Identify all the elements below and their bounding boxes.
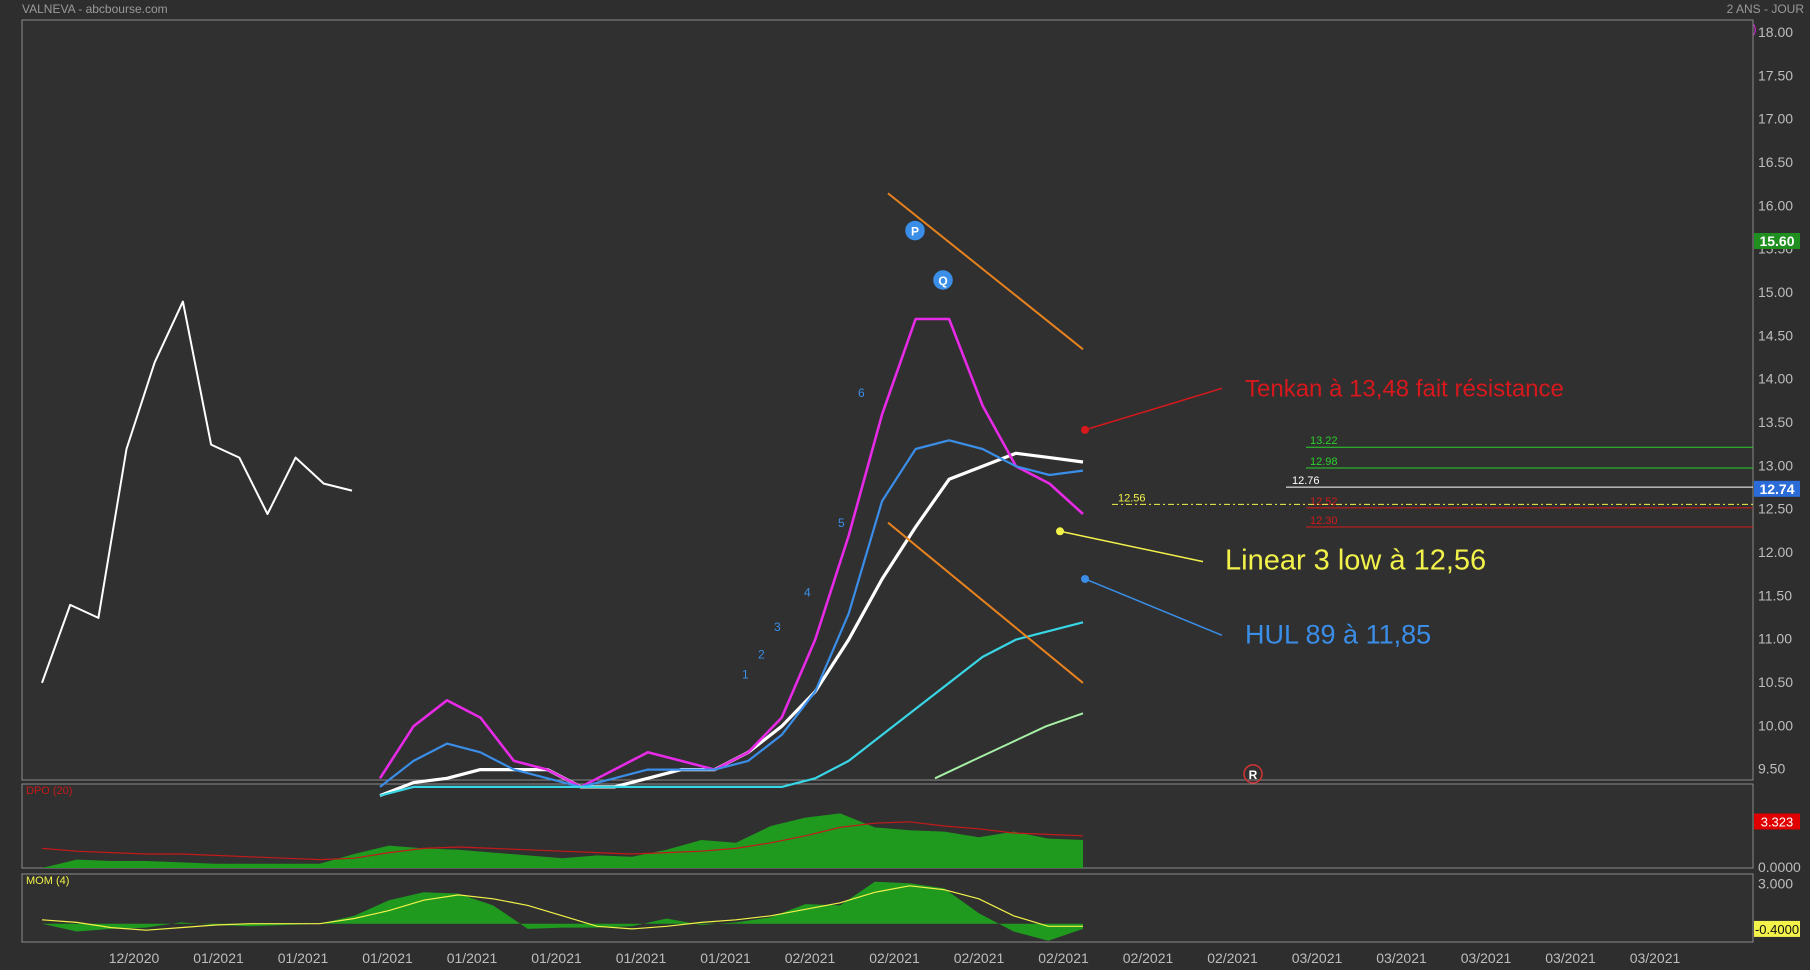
date-tick-label: 02/2021 xyxy=(785,950,836,966)
annotation-arrow-head xyxy=(1081,425,1089,434)
date-tick-label: 03/2021 xyxy=(1545,950,1596,966)
date-tick-label: 03/2021 xyxy=(1461,950,1512,966)
date-tick-label: 02/2021 xyxy=(954,950,1005,966)
date-tick-label: 01/2021 xyxy=(447,950,498,966)
level-label: 12.52 xyxy=(1310,496,1338,508)
price-tick-label: 16.50 xyxy=(1758,154,1793,170)
price-tick-label: 10.00 xyxy=(1758,717,1793,733)
panel-tick-label: 3.000 xyxy=(1758,875,1793,891)
annotation-text: Tenkan à 13,48 fait résistance xyxy=(1245,375,1564,402)
date-tick-label: 02/2021 xyxy=(1207,950,1258,966)
date-tick-label: 01/2021 xyxy=(193,950,244,966)
level-label: 12.56 xyxy=(1118,492,1146,504)
panel-tick-label: 0.0000 xyxy=(1758,859,1801,875)
badge-label: 12.74 xyxy=(1759,481,1794,497)
date-tick-label: 01/2021 xyxy=(616,950,667,966)
level-label: 12.98 xyxy=(1310,456,1338,468)
chart-marker-label: P xyxy=(911,225,919,239)
date-tick-label: 01/2021 xyxy=(362,950,413,966)
chart-marker-label: R xyxy=(1249,768,1258,782)
price-tick-label: 17.00 xyxy=(1758,111,1793,127)
panel-frames xyxy=(21,19,1754,943)
date-tick-label: 02/2021 xyxy=(1038,950,1089,966)
level-label: 12.76 xyxy=(1292,475,1320,487)
price-tick-label: 12.50 xyxy=(1758,501,1793,517)
level-label: 13.22 xyxy=(1310,435,1338,447)
panel-badge-label: -0.4000 xyxy=(1755,922,1799,937)
price-tick-label: 18.00 xyxy=(1758,24,1793,40)
td-count-label: 2 xyxy=(758,648,765,662)
price-tick-label: 14.00 xyxy=(1758,371,1793,387)
date-tick-label: 03/2021 xyxy=(1630,950,1681,966)
td-count-label: 3 xyxy=(774,620,781,634)
annotation-arrow-head xyxy=(1081,574,1089,583)
date-tick-label: 12/2020 xyxy=(109,950,160,966)
date-tick-label: 03/2021 xyxy=(1292,950,1343,966)
price-tick-label: 9.50 xyxy=(1758,761,1785,777)
panel-title: MOM (4) xyxy=(26,875,69,887)
date-tick-label: 01/2021 xyxy=(278,950,329,966)
td-count-label: 6 xyxy=(858,386,865,400)
price-tick-label: 15.00 xyxy=(1758,284,1793,300)
price-tick-label: 17.50 xyxy=(1758,67,1793,83)
annotation-text: HUL 89 à 11,85 xyxy=(1245,619,1431,649)
price-tick-label: 14.50 xyxy=(1758,327,1793,343)
price-tick-label: 13.00 xyxy=(1758,457,1793,473)
price-tick-label: 16.00 xyxy=(1758,197,1793,213)
price-tick-label: 10.50 xyxy=(1758,674,1793,690)
price-tick-label: 13.50 xyxy=(1758,414,1793,430)
date-tick-label: 02/2021 xyxy=(869,950,920,966)
date-tick-label: 01/2021 xyxy=(531,950,582,966)
chart-canvas[interactable]: DPO (20)3.3230.0000 MOM (4) 3.000-0.4000 … xyxy=(0,0,1810,970)
price-tick-label: 12.00 xyxy=(1758,544,1793,560)
panel-title: DPO (20) xyxy=(26,785,72,797)
date-tick-label: 02/2021 xyxy=(1123,950,1174,966)
date-tick-label: 03/2021 xyxy=(1376,950,1427,966)
level-label: 12.30 xyxy=(1310,515,1338,527)
annotation-arrow-head xyxy=(1056,527,1064,536)
date-tick-label: 01/2021 xyxy=(700,950,751,966)
badge-label: 15.60 xyxy=(1759,233,1794,249)
chart-marker-label: Q xyxy=(938,274,947,288)
td-count-label: 4 xyxy=(804,585,811,599)
annotation-text: Linear 3 low à 12,56 xyxy=(1225,545,1486,577)
price-tick-label: 11.00 xyxy=(1758,631,1792,647)
price-tick-label: 11.50 xyxy=(1758,587,1792,603)
td-count-label: 5 xyxy=(838,516,845,530)
panel-badge-label: 3.323 xyxy=(1761,814,1794,829)
td-count-label: 1 xyxy=(742,668,749,682)
